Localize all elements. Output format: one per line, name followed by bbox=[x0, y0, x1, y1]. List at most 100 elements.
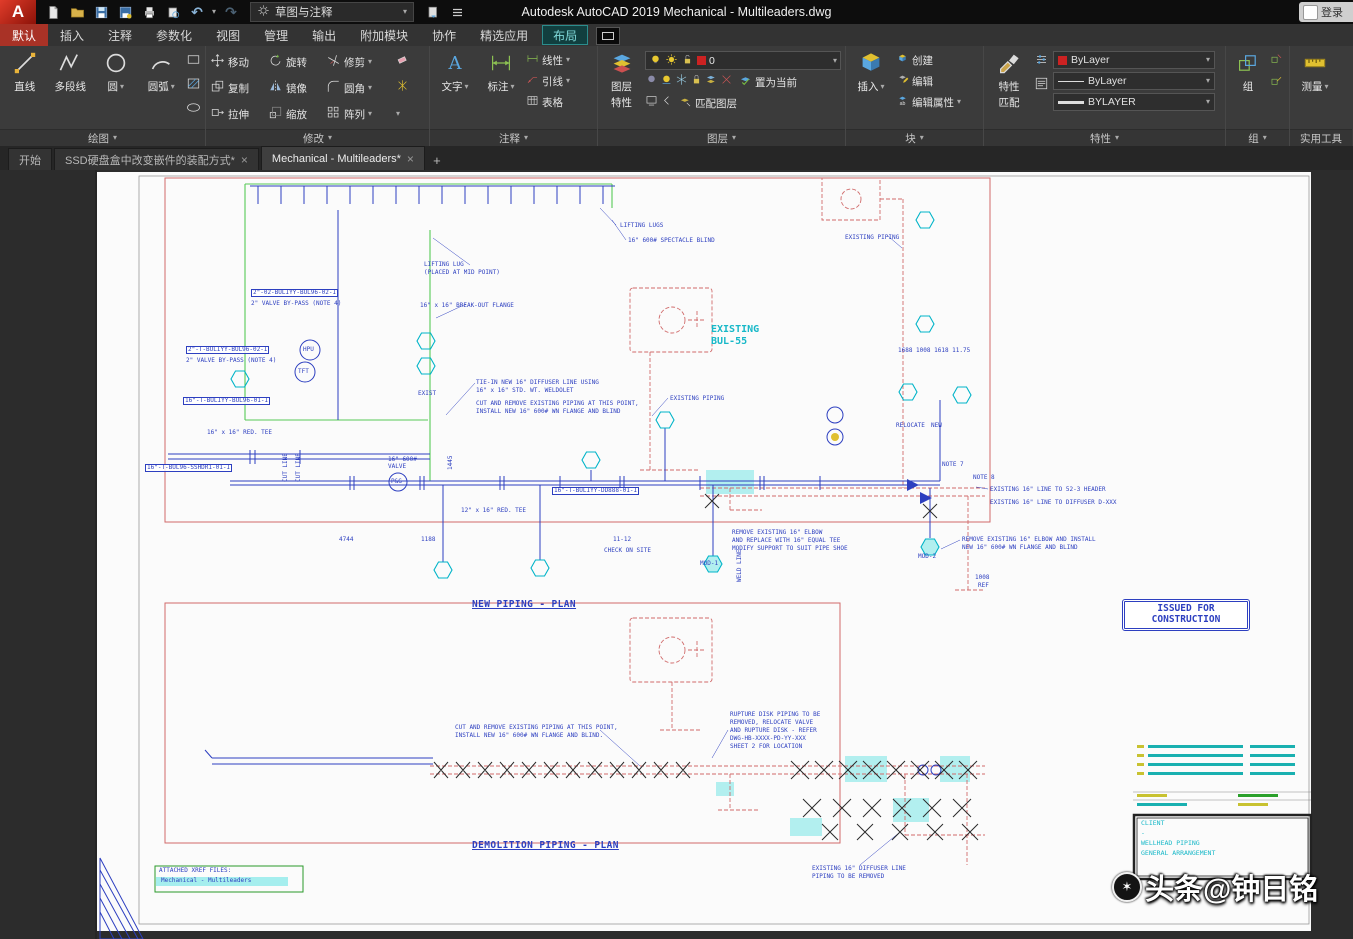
explode-icon[interactable] bbox=[396, 79, 414, 97]
redo-button[interactable]: ↷ bbox=[222, 3, 240, 21]
trim-button[interactable]: 修剪▾ bbox=[326, 53, 396, 71]
panel-label-modify[interactable]: 修改▾ bbox=[206, 129, 429, 146]
plot-button[interactable] bbox=[140, 3, 158, 21]
set-current-layer-button[interactable]: 置为当前 bbox=[739, 73, 797, 91]
lineweight-dropdown[interactable]: BYLAYER▾ bbox=[1053, 93, 1215, 111]
edit-block-button[interactable]: 编辑 bbox=[896, 72, 961, 90]
infocenter-signin[interactable]: 登录 bbox=[1299, 2, 1353, 22]
layer-walk-icon[interactable] bbox=[645, 94, 658, 112]
text-button[interactable]: A 文字▾ bbox=[434, 49, 476, 94]
layer-merge-icon[interactable] bbox=[705, 73, 718, 91]
file-tab-bar: 开始 SSD硬盘盒中改变嵌件的装配方式*× Mechanical - Multi… bbox=[0, 146, 1353, 170]
ribbon-tab-home[interactable]: 默认 bbox=[0, 24, 48, 46]
close-icon[interactable]: × bbox=[241, 153, 248, 167]
panel-label-block[interactable]: 块▾ bbox=[846, 129, 983, 146]
linetype-dropdown[interactable]: ByLayer▾ bbox=[1053, 72, 1215, 90]
layer-freeze-icon[interactable] bbox=[675, 73, 688, 91]
menu-bar-button[interactable] bbox=[448, 3, 466, 21]
ribbon-tab-view[interactable]: 视图 bbox=[204, 24, 252, 46]
array-icon bbox=[326, 105, 341, 123]
ribbon-tab-addins[interactable]: 附加模块 bbox=[348, 24, 420, 46]
dimension-button[interactable]: 标注▾ bbox=[480, 49, 522, 94]
undo-dropdown[interactable]: ▾ bbox=[212, 8, 216, 16]
hatch-icon[interactable] bbox=[186, 76, 201, 96]
panel-label-properties[interactable]: 特性▾ bbox=[984, 129, 1225, 146]
file-tab-ssd[interactable]: SSD硬盘盒中改变嵌件的装配方式*× bbox=[54, 148, 259, 170]
tab-extra-icon[interactable] bbox=[596, 27, 620, 45]
workspace-selector[interactable]: 草图与注释 ▾ bbox=[250, 2, 414, 22]
move-button[interactable]: 移动 bbox=[210, 53, 268, 71]
object-color-dropdown[interactable]: ByLayer▾ bbox=[1053, 51, 1215, 69]
linear-dim-button[interactable]: 线性▾ bbox=[526, 51, 570, 69]
ribbon-tab-annotate[interactable]: 注释 bbox=[96, 24, 144, 46]
measure-button[interactable]: 测量▾ bbox=[1294, 49, 1336, 94]
layer-delete-icon[interactable] bbox=[720, 73, 733, 91]
arc-button[interactable]: 圆弧▾ bbox=[141, 49, 183, 94]
edit-attributes-button[interactable]: ab编辑属性▾ bbox=[896, 93, 961, 111]
panel-label-group[interactable]: 组▾ bbox=[1226, 129, 1289, 146]
scale-button[interactable]: 缩放 bbox=[268, 105, 326, 123]
layer-prev-icon[interactable] bbox=[660, 94, 673, 112]
layer-thaw-icon bbox=[665, 53, 678, 69]
layer-isolate-icon[interactable] bbox=[660, 73, 673, 91]
rotate-button[interactable]: 旋转 bbox=[268, 53, 326, 71]
print-preview-button[interactable] bbox=[164, 3, 182, 21]
panel-label-utilities[interactable]: 实用工具 bbox=[1290, 129, 1352, 146]
copy-button[interactable]: 复制 bbox=[210, 79, 268, 97]
panel-label-annotate[interactable]: 注释▾ bbox=[430, 129, 597, 146]
ellipse-icon[interactable] bbox=[186, 100, 201, 120]
layer-combo[interactable]: 0 ▾ bbox=[645, 51, 841, 70]
layer-lock-icon[interactable] bbox=[690, 73, 703, 91]
polyline-button[interactable]: 多段线 bbox=[50, 49, 92, 94]
drawing-canvas[interactable]: LIFTING LUGS16" 600# SPECTACLE BLINDLIFT… bbox=[0, 170, 1353, 939]
open-folder-button[interactable] bbox=[68, 3, 86, 21]
new-file-button[interactable] bbox=[44, 3, 62, 21]
group-button[interactable]: 组 bbox=[1230, 49, 1266, 94]
set-current-icon bbox=[739, 74, 752, 90]
scale-icon bbox=[268, 105, 283, 123]
erase-icon[interactable] bbox=[396, 53, 414, 71]
ribbon-tab-layout[interactable]: 布局 bbox=[542, 25, 588, 45]
rectangle-icon[interactable] bbox=[186, 52, 201, 72]
ribbon-tab-parametric[interactable]: 参数化 bbox=[144, 24, 204, 46]
modify-more-icon[interactable]: ▾ bbox=[396, 110, 414, 118]
fillet-button[interactable]: 圆角▾ bbox=[326, 79, 396, 97]
properties-dialog-icon[interactable] bbox=[1034, 52, 1049, 72]
stretch-button[interactable]: 拉伸 bbox=[210, 105, 268, 123]
save-button[interactable] bbox=[92, 3, 110, 21]
file-tab-start[interactable]: 开始 bbox=[8, 148, 52, 170]
table-button[interactable]: 表格 bbox=[526, 93, 570, 111]
close-icon[interactable]: × bbox=[407, 152, 414, 166]
ribbon-tab-output[interactable]: 输出 bbox=[300, 24, 348, 46]
fillet-icon bbox=[326, 79, 341, 97]
ribbon-tab-collaborate[interactable]: 协作 bbox=[420, 24, 468, 46]
list-properties-icon[interactable] bbox=[1034, 76, 1049, 96]
leader-button[interactable]: 引线▾ bbox=[526, 72, 570, 90]
array-button[interactable]: 阵列▾ bbox=[326, 105, 396, 123]
match-layer-button[interactable]: 匹配图层 bbox=[679, 94, 737, 112]
autocad-app-menu[interactable]: A bbox=[0, 0, 36, 24]
group-edit-icon[interactable] bbox=[1270, 74, 1283, 92]
circle-button[interactable]: 圆▾ bbox=[95, 49, 137, 94]
layer-off-icon[interactable] bbox=[645, 73, 658, 91]
ribbon-tab-insert[interactable]: 插入 bbox=[48, 24, 96, 46]
layer-properties-button[interactable]: 图层 特性 bbox=[602, 49, 641, 110]
match-properties-icon bbox=[997, 51, 1021, 78]
match-properties-button[interactable]: 特性 匹配 bbox=[988, 49, 1030, 110]
share-button[interactable] bbox=[424, 3, 442, 21]
ribbon-tab-featured[interactable]: 精选应用 bbox=[468, 24, 540, 46]
ribbon-tab-manage[interactable]: 管理 bbox=[252, 24, 300, 46]
insert-block-button[interactable]: 插入▾ bbox=[850, 49, 892, 94]
ungroup-icon[interactable] bbox=[1270, 52, 1283, 70]
new-tab-button[interactable]: + bbox=[427, 150, 447, 170]
undo-button[interactable]: ↶ bbox=[188, 3, 206, 21]
panel-label-draw[interactable]: 绘图▾ bbox=[0, 129, 205, 146]
panel-draw: 直线 多段线 圆▾ 圆弧▾ bbox=[0, 46, 206, 146]
line-button[interactable]: 直线 bbox=[4, 49, 46, 94]
panel-label-layers[interactable]: 图层▾ bbox=[598, 129, 845, 146]
create-block-button[interactable]: 创建 bbox=[896, 51, 961, 69]
mirror-button[interactable]: 镜像 bbox=[268, 79, 326, 97]
save-as-button[interactable] bbox=[116, 3, 134, 21]
file-tab-mechanical[interactable]: Mechanical - Multileaders*× bbox=[261, 146, 425, 170]
linear-dim-icon bbox=[526, 52, 539, 68]
